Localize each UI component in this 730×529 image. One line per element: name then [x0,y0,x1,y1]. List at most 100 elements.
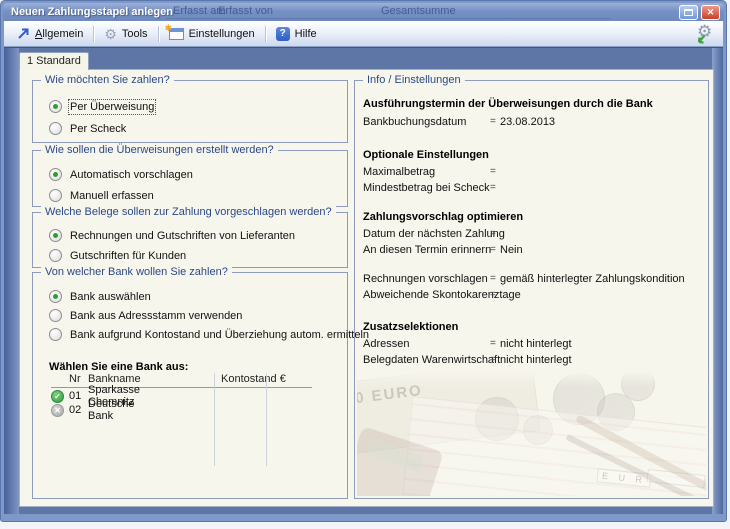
equals-marker: = [490,354,496,365]
title-bar[interactable]: Neuen Zahlungsstapel anlegen Erfasst am … [3,3,724,21]
amount-box-image [646,469,705,488]
radio-option-automatisch[interactable]: Automatisch vorschlagen [49,167,193,182]
cell-nr: 01 [69,390,81,402]
info-label: Mindestbetrag bei Scheck [363,182,490,194]
toolbar-separator [93,26,94,42]
tab-standard[interactable]: 1 Standard [19,52,89,70]
radio-icon[interactable] [49,122,62,135]
info-heading-zusatzselektionen: Zusatzselektionen [363,321,458,333]
toolbar-item-einstellungen[interactable]: ✱ Einstellungen [160,23,264,45]
cell-nr: 02 [69,404,81,416]
restore-icon [684,9,693,16]
radio-icon[interactable] [49,290,62,303]
group-title: Wie sollen die Überweisungen erstellt we… [41,144,278,156]
table-column-separator [266,373,267,466]
info-label: Rechnungen vorschlagen [363,273,488,285]
arrow-up-right-icon [17,27,30,40]
toolbar-item-tools[interactable]: ⚙ Tools [95,23,156,45]
equals-marker: = [490,228,496,239]
watermark-fade [357,371,706,387]
radio-option-bank-automatisch[interactable]: Bank aufgrund Kontostand und Überziehung… [49,327,369,342]
radio-icon[interactable] [49,189,62,202]
coin-image [475,397,519,441]
coin-image [621,371,655,401]
info-heading-ausfuehrungstermin: Ausführungstermin der Überweisungen durc… [363,98,653,110]
radio-icon[interactable] [49,229,62,242]
radio-icon[interactable] [49,328,62,341]
radio-label[interactable]: Automatisch vorschlagen [70,169,193,181]
radio-label[interactable]: Bank auswählen [70,291,151,303]
info-row-belegdaten: Belegdaten Warenwirtschaft = nicht hinte… [363,354,704,368]
radio-icon[interactable] [49,249,62,262]
close-icon: ✕ [707,7,715,17]
info-heading-zahlungsvorschlag: Zahlungsvorschlag optimieren [363,211,523,223]
coin-image [523,415,553,445]
equals-marker: = [490,244,496,255]
radio-label[interactable]: Per Scheck [70,123,126,135]
info-label: Bankbuchungsdatum [363,116,466,128]
group-title: Info / Einstellungen [363,74,465,86]
coin-image [553,373,605,425]
watermark-money-photo: 0 EURO E U R [357,371,706,496]
pen-image [575,414,706,491]
radio-label[interactable]: Rechnungen und Gutschriften von Lieferan… [70,230,295,242]
info-row-mindestbetrag: Mindestbetrag bei Scheck = [363,182,704,196]
toolbar-item-label: Tools [122,28,148,40]
equals-marker: = [490,166,496,177]
ghost-column-gesamtsumme: Gesamtsumme [381,5,456,17]
radio-label[interactable]: Per Überweisung [70,101,154,113]
tab-page: Wie möchten Sie zahlen? Per Überweisung … [19,69,714,507]
group-payment-method: Wie möchten Sie zahlen? Per Überweisung … [32,80,348,143]
group-title: Wie möchten Sie zahlen? [41,74,174,86]
radio-option-bank-auswaehlen[interactable]: Bank auswählen [49,289,151,304]
euro-banknote-image: 0 EURO [357,371,541,455]
toolbar-item-hilfe[interactable]: ? Hilfe [267,23,326,45]
radio-option-gutschriften-kunden[interactable]: Gutschriften für Kunden [49,248,186,263]
radio-label[interactable]: Bank aufgrund Kontostand und Überziehung… [70,329,369,341]
radio-option-per-scheck[interactable]: Per Scheck [49,121,126,136]
coin-image [597,393,635,431]
close-button[interactable]: ✕ [701,5,720,20]
info-row-termin-erinnern: An diesen Termin erinnern = Nein [363,244,704,258]
info-row-bankbuchungsdatum: Bankbuchungsdatum = 23.08.2013 [363,116,704,130]
toolbar-item-allgemein[interactable]: Allgemein [8,23,92,45]
column-header-nr[interactable]: Nr [69,373,81,386]
toolbar-item-label: Einstellungen [189,28,255,40]
process-gear-button[interactable]: ⚙ [697,24,719,44]
info-value: nicht hinterlegt [500,354,572,366]
group-title: Welche Belege sollen zur Zahlung vorgesc… [41,206,336,218]
radio-label[interactable]: Gutschriften für Kunden [70,250,186,262]
radio-option-bank-adressstamm[interactable]: Bank aus Adressstamm verwenden [49,308,242,323]
radio-icon[interactable] [49,309,62,322]
window-title: Neuen Zahlungsstapel anlegen [11,6,173,18]
group-bank-selection: Von welcher Bank wollen Sie zahlen? Bank… [32,272,348,499]
eur-boxes-image: E U R [596,468,651,488]
table-column-separator [214,373,215,466]
main-area: 1 Standard Wie möchten Sie zahlen? Per Ü… [4,47,723,514]
pen-image [565,434,706,496]
group-creation-mode: Wie sollen die Überweisungen erstellt we… [32,150,348,207]
restore-button[interactable] [679,5,698,20]
radio-option-rechnungen-lieferanten[interactable]: Rechnungen und Gutschriften von Lieferan… [49,228,295,243]
radio-label[interactable]: Bank aus Adressstamm verwenden [70,310,242,322]
ghost-column-erfasst-von: Erfasst von [218,5,273,17]
help-icon: ? [276,27,290,41]
active-check-icon: ✓ [51,390,64,403]
cell-bankname: Deutsche Bank [88,398,134,422]
toolbar-item-label: Allgemein [35,28,83,40]
column-header-kontostand[interactable]: Kontostand € [221,373,286,386]
toolbar-item-label: Hilfe [295,28,317,40]
table-row-deutsche-bank[interactable]: ✕ 02 Deutsche Bank [51,403,64,417]
equals-marker: = [490,289,496,300]
equals-marker: = [490,116,496,127]
table-row-sparkasse[interactable]: ✓ 01 Sparkasse Chemnitz [51,389,64,403]
info-row-skontokarenztage: Abweichende Skontokarenztage = [363,289,704,303]
group-title: Von welcher Bank wollen Sie zahlen? [41,266,232,278]
radio-option-manuell[interactable]: Manuell erfassen [49,188,154,203]
radio-label[interactable]: Manuell erfassen [70,190,154,202]
info-label: Abweichende Skontokarenztage [363,289,521,301]
calculator-image [357,426,444,496]
radio-icon[interactable] [49,100,62,113]
radio-icon[interactable] [49,168,62,181]
radio-option-per-ueberweisung[interactable]: Per Überweisung [49,99,154,114]
